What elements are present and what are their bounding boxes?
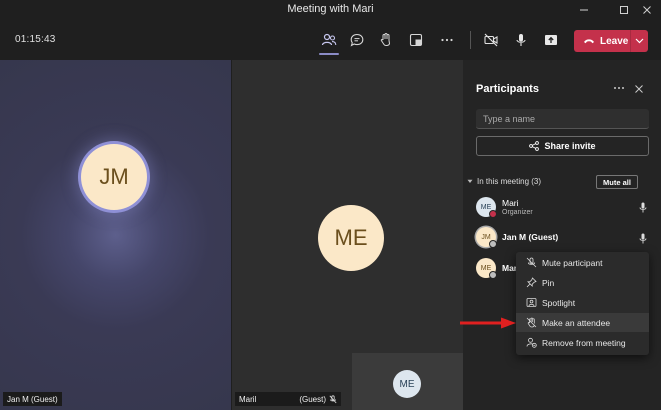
menu-item-mute-participant[interactable]: Mute participant bbox=[516, 253, 649, 272]
chat-icon bbox=[350, 33, 364, 47]
title-bar: Meeting with Mari bbox=[0, 0, 661, 20]
participant-role: Organizer bbox=[502, 209, 533, 216]
meeting-toolbar: 01:15:43 Leave bbox=[0, 20, 661, 60]
participant-mic-button[interactable] bbox=[639, 200, 647, 218]
search-participants[interactable] bbox=[476, 109, 649, 129]
more-icon bbox=[614, 87, 624, 89]
menu-item-remove-from-meeting[interactable]: Remove from meeting bbox=[516, 333, 649, 352]
share-screen-icon bbox=[545, 35, 557, 45]
menu-item-spotlight[interactable]: Spotlight bbox=[516, 293, 649, 312]
mic-icon bbox=[516, 34, 526, 46]
participant-name: Jan M (Guest) bbox=[502, 232, 559, 242]
name-tag-mari: Maril (Guest) bbox=[235, 392, 341, 406]
close-window-button[interactable] bbox=[634, 2, 660, 18]
share-tray-icon bbox=[409, 33, 423, 47]
menu-item-label: Remove from meeting bbox=[542, 337, 626, 348]
menu-item-label: Mute participant bbox=[542, 257, 603, 268]
participant-row-jan[interactable]: JM Jan M (Guest) bbox=[476, 227, 656, 251]
avatar-jan: JM bbox=[81, 144, 147, 210]
participants-button[interactable] bbox=[317, 28, 341, 52]
search-input[interactable] bbox=[476, 109, 649, 129]
mic-icon bbox=[639, 233, 647, 244]
close-icon bbox=[635, 85, 643, 93]
toolbar-separator bbox=[470, 31, 471, 49]
hang-up-icon bbox=[584, 39, 594, 44]
active-tab-indicator bbox=[319, 53, 339, 55]
spotlight-icon bbox=[525, 297, 537, 309]
window-title: Meeting with Mari bbox=[287, 3, 374, 15]
avatar-self: ME bbox=[393, 370, 421, 398]
avatar-mari: ME bbox=[318, 205, 384, 271]
name-tag-jan: Jan M (Guest) bbox=[3, 392, 62, 406]
minimize-button[interactable] bbox=[571, 2, 597, 18]
mic-toggle-button[interactable] bbox=[509, 28, 533, 52]
share-icon bbox=[529, 141, 540, 151]
panel-close-button[interactable] bbox=[634, 84, 644, 97]
raise-hand-icon bbox=[380, 33, 391, 47]
share-screen-button[interactable] bbox=[539, 28, 563, 52]
menu-item-label: Pin bbox=[542, 277, 555, 288]
leave-button[interactable]: Leave bbox=[574, 30, 648, 52]
name-tag-jan-label: Jan M (Guest) bbox=[7, 394, 58, 404]
panel-title: Participants bbox=[476, 83, 539, 95]
more-icon bbox=[441, 38, 453, 42]
share-invite-button[interactable]: Share invite bbox=[476, 136, 649, 156]
in-meeting-section-toggle[interactable]: In this meeting (3) bbox=[467, 177, 541, 186]
camera-toggle-button[interactable] bbox=[479, 28, 503, 52]
video-tile-jan[interactable] bbox=[0, 60, 231, 410]
status-indicator bbox=[489, 240, 497, 248]
remove-person-icon bbox=[525, 337, 537, 349]
panel-more-button[interactable] bbox=[613, 83, 625, 96]
chat-button[interactable] bbox=[345, 28, 369, 52]
mic-muted-icon bbox=[329, 394, 337, 403]
chevron-down-icon bbox=[635, 38, 644, 44]
hand-off-icon bbox=[525, 317, 537, 329]
participant-name: Mari bbox=[502, 198, 519, 208]
raise-hand-button[interactable] bbox=[374, 28, 398, 52]
menu-item-label: Spotlight bbox=[542, 297, 576, 308]
participant-mic-button[interactable] bbox=[639, 231, 647, 249]
participant-context-menu: Mute participant Pin Spotlight Make an a… bbox=[516, 252, 649, 355]
name-tag-mari-suffix: (Guest) bbox=[299, 394, 326, 404]
mic-off-icon bbox=[525, 257, 537, 269]
share-invite-label: Share invite bbox=[544, 141, 596, 151]
caret-down-icon bbox=[467, 179, 473, 183]
participant-name: Mar bbox=[502, 263, 518, 273]
annotation-arrow-icon bbox=[460, 317, 516, 329]
mic-icon bbox=[639, 202, 647, 213]
section-label: In this meeting (3) bbox=[477, 177, 542, 186]
status-indicator bbox=[489, 271, 497, 279]
camera-off-icon bbox=[484, 33, 498, 47]
more-actions-button[interactable] bbox=[435, 28, 459, 52]
participants-icon bbox=[321, 33, 337, 46]
status-indicator bbox=[489, 210, 497, 218]
pin-icon bbox=[525, 277, 537, 289]
meeting-timer: 01:15:43 bbox=[15, 34, 56, 45]
leave-label: Leave bbox=[600, 35, 629, 47]
menu-item-make-attendee[interactable]: Make an attendee bbox=[516, 313, 649, 332]
leave-options-button[interactable] bbox=[631, 38, 648, 44]
share-tray-button[interactable] bbox=[404, 28, 428, 52]
leave-main-action[interactable]: Leave bbox=[574, 30, 630, 52]
participant-row-mari[interactable]: ME Mari Organizer bbox=[476, 197, 656, 221]
mute-all-button[interactable]: Mute all bbox=[596, 175, 638, 189]
menu-item-pin[interactable]: Pin bbox=[516, 273, 649, 292]
menu-item-label: Make an attendee bbox=[542, 317, 611, 328]
name-tag-mari-label: Maril bbox=[239, 394, 257, 404]
